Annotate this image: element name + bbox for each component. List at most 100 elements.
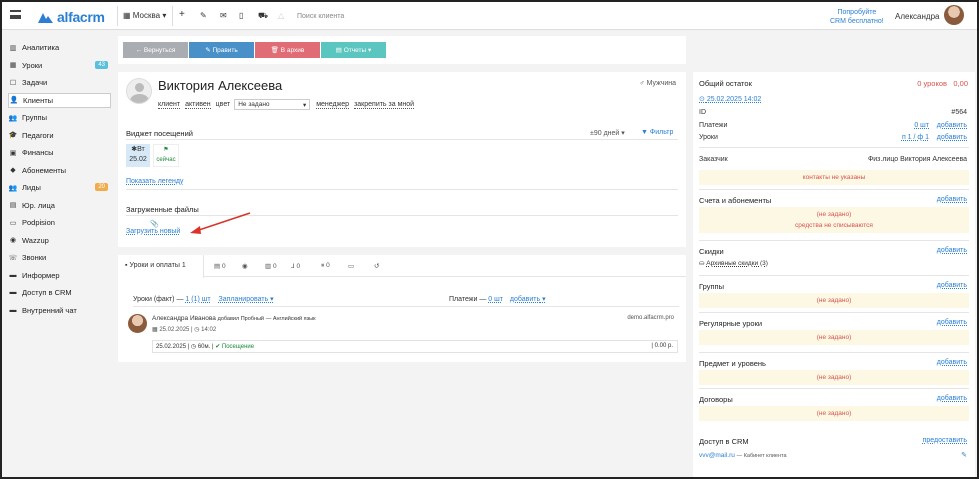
crm-account: vvv@mail.ru — Кабинет клиента [699, 452, 787, 459]
payments-count[interactable]: 0 шт [914, 122, 929, 129]
sidebar-item[interactable]: ☏ Звонки [8, 250, 111, 265]
gender-label: ♂ Мужчина [639, 80, 676, 87]
reports-button[interactable]: ▤ Отчеты ▾ [321, 42, 386, 58]
divider [699, 312, 969, 313]
archive-button[interactable]: 🗑 В архив [255, 42, 320, 58]
tab-bar: ▪ Уроки и оплаты 1 ▤ 0 ◉ ▥ 0 ⅃ 0 ⏸ 0 ▭ ↺ [118, 255, 686, 278]
section-add-link[interactable]: добавить [937, 247, 967, 254]
section-empty-notice: (не задано) средства не списываются [699, 207, 969, 233]
phone-icon: ☏ [8, 254, 18, 262]
lock-icon: ▬ [9, 289, 17, 296]
avatar[interactable] [944, 5, 964, 25]
add-payment-link[interactable]: добавить ▾ [510, 296, 546, 303]
back-button[interactable]: ← Вернуться [123, 42, 188, 58]
color-select[interactable]: Не задано ▾ [234, 99, 311, 110]
entry-domain: demo.alfacrm.pro [627, 315, 674, 321]
sidebar-item-label: Wazzup [22, 235, 49, 245]
day-cell[interactable]: ✱Вт 25.02 [126, 144, 150, 167]
whatsapp-icon[interactable]: ◉ [242, 262, 248, 270]
history-icon[interactable]: ↺ [374, 262, 379, 270]
tag-client[interactable]: клиент [158, 101, 181, 109]
tab-media[interactable]: ▭ [348, 262, 354, 270]
section-add-link[interactable]: добавить [937, 282, 967, 289]
lesson-row[interactable]: 25.02.2025 | ◷ 60м. | ✔ Посещение | 0.00… [152, 340, 678, 353]
sidebar-item[interactable]: ◆ Абонементы [8, 163, 111, 178]
sidebar-item[interactable]: ▦ Уроки 43 [8, 58, 111, 73]
sidebar-item[interactable]: ▭ Podpision [8, 215, 111, 230]
sidebar-item[interactable]: ▥ Аналитика [8, 40, 111, 55]
bell-icon[interactable]: △ [278, 11, 284, 20]
sidebar-item[interactable]: ▣ Финансы [8, 145, 111, 160]
user-name[interactable]: Александра [895, 12, 939, 21]
sidebar-item[interactable]: ◉ Wazzup [8, 233, 111, 248]
add-lesson-link[interactable]: добавить [937, 134, 967, 141]
legend-link[interactable]: Показать легенду [126, 178, 183, 185]
sidebar-item-label: Информер [22, 270, 60, 280]
fact-link[interactable]: 1 (1) шт [185, 296, 210, 303]
payments-link[interactable]: 0 шт [488, 296, 503, 303]
row-duration: 60м. [197, 344, 211, 350]
sidebar-item[interactable]: 👤 Клиенты [8, 92, 111, 108]
sidebar-item[interactable]: ▬ Информер [8, 268, 111, 283]
upload-link[interactable]: Загрузить новый [126, 228, 180, 235]
section-add-link[interactable]: добавить [937, 319, 967, 326]
plan-link[interactable]: Запланировать ▾ [219, 296, 274, 303]
notice-line: (не задано) [816, 334, 852, 341]
edit-button[interactable]: ✎ Править [189, 42, 254, 58]
section-add-link[interactable]: добавить [937, 359, 967, 366]
sidebar-item[interactable]: ▤ Юр. лица [8, 198, 111, 213]
chat-icon: ▬ [9, 306, 17, 314]
section-empty-notice: (не задано) [699, 406, 969, 421]
paperclip-icon: 📎 [150, 221, 159, 228]
section-add-link[interactable]: добавить [937, 196, 967, 203]
sidebar-item[interactable]: 🎓 Педагоги [8, 128, 111, 143]
user-icon: 👤 [9, 97, 19, 104]
crm-email[interactable]: vvv@mail.ru [699, 452, 735, 459]
mobile-icon[interactable]: ▯ [239, 11, 243, 20]
days-select[interactable]: ±90 дней ▾ [590, 129, 625, 137]
wrench-icon[interactable]: ✎ [200, 11, 207, 20]
sidebar-item[interactable]: ▬ Доступ в CRM [8, 285, 111, 300]
client-summary-panel: Общий остаток 0 уроков 0,00 ⊙ 25.02.2025… [693, 72, 975, 477]
sidebar-item-label: Доступ в CRM [22, 288, 72, 297]
tag-active[interactable]: активен [185, 101, 211, 109]
tab-results[interactable]: ⅃ 0 [291, 262, 300, 270]
section-empty-notice: (не задано) [699, 330, 969, 345]
color-label: цвет [215, 101, 231, 108]
hamburger-icon[interactable] [10, 10, 21, 19]
sidebar-item[interactable]: 👥 Группы [8, 110, 111, 125]
date-link[interactable]: ⊙ 25.02.2025 14:02 [699, 95, 761, 103]
assign-link[interactable]: закрепить за мной [354, 101, 415, 109]
client-card: Виктория Алексеева ♂ Мужчина клиент акти… [118, 72, 686, 247]
sidebar-item-label: Группы [22, 113, 47, 122]
tab-pauses[interactable]: ⏸ 0 [321, 262, 330, 270]
tab-lessons[interactable]: ▪ Уроки и оплаты 1 [118, 255, 204, 278]
archive-discounts-link[interactable]: ⛀ Архивные скидки (3) [699, 259, 768, 267]
pencil-icon[interactable]: ✎ [961, 451, 967, 459]
logo[interactable]: alfacrm [37, 9, 105, 25]
promo-link[interactable]: Попробуйте CRM бесплатно! [830, 8, 884, 26]
sidebar-item[interactable]: 👥 Лиды 20 [8, 180, 111, 195]
grant-access-link[interactable]: предоставить [923, 437, 967, 444]
section-title: Счета и абонементы [699, 196, 772, 205]
search-input[interactable]: Поиск клиента [297, 13, 344, 20]
sidebar-item[interactable]: ☐ Задачи [8, 75, 111, 90]
tab-docs[interactable]: ▥ 0 [265, 262, 277, 270]
add-payment-link[interactable]: добавить [937, 122, 967, 129]
mail-icon[interactable]: ✉ [220, 11, 227, 20]
lessons-count[interactable]: п 1 / ф 1 [902, 134, 929, 141]
manager-link[interactable]: менеджер [316, 101, 350, 109]
sidebar-item[interactable]: ▬ Внутренний чат [8, 303, 111, 318]
lessons-summary: Уроки (факт) — 1 (1) шт Запланировать ▾ [133, 295, 274, 303]
day-date: 25.02 [129, 156, 147, 163]
cart-icon[interactable]: ⛟ [258, 11, 268, 21]
section-add-link[interactable]: добавить [937, 395, 967, 402]
filter-button[interactable]: ▼ Фильтр [641, 129, 673, 136]
balance-lessons: 0 уроков [917, 79, 947, 88]
plus-icon[interactable]: + [179, 9, 185, 20]
tab-comments[interactable]: ▤ 0 [214, 262, 226, 270]
sidebar-item-label: Задачи [22, 78, 48, 87]
leads-icon: 👥 [8, 184, 18, 192]
branch-selector[interactable]: ▦ Москва ▾ [123, 11, 166, 20]
entry-user: Александра Иванова [152, 315, 216, 322]
